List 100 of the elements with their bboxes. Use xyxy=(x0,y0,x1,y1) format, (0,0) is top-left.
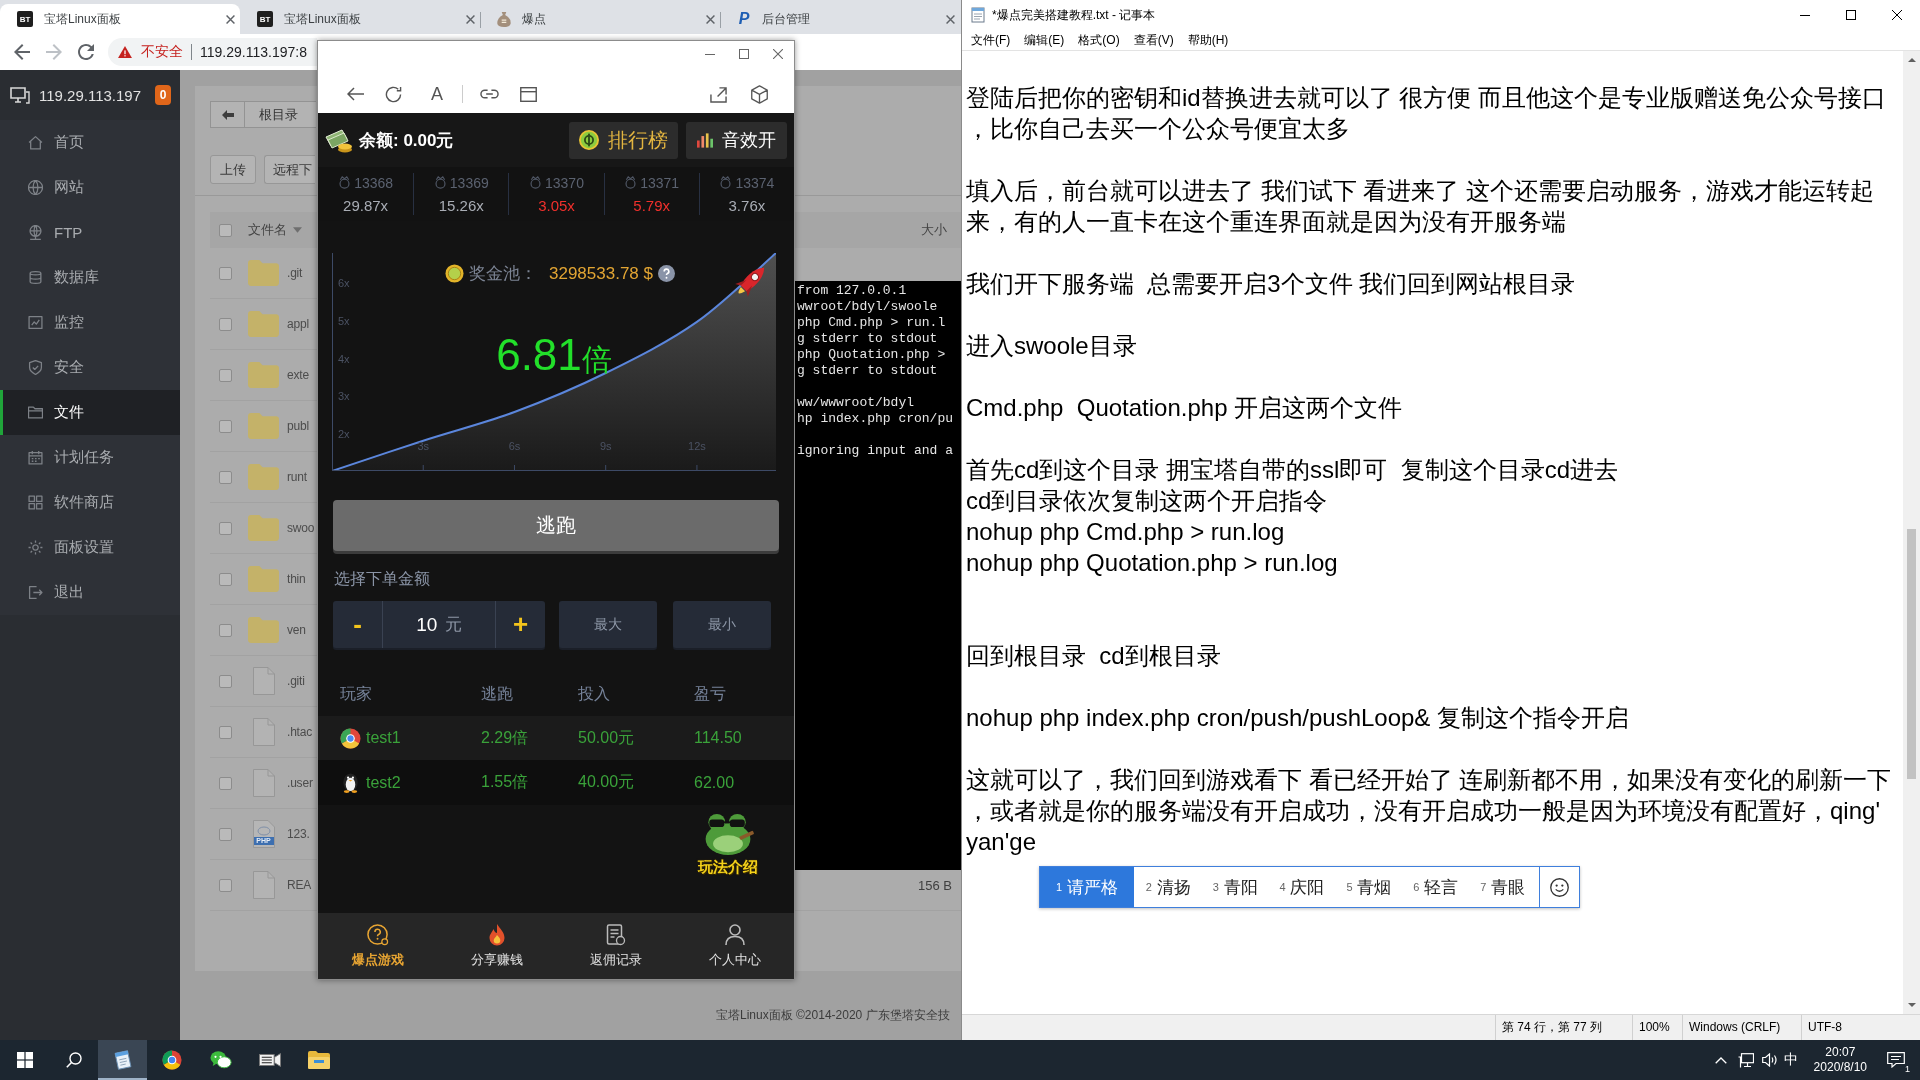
row-checkbox[interactable] xyxy=(219,572,232,586)
escape-button[interactable]: 逃跑 xyxy=(333,500,779,551)
reload-icon[interactable] xyxy=(78,44,94,60)
browser-tab[interactable]: 爆点 xyxy=(480,4,720,34)
min-button[interactable]: 最小 xyxy=(673,601,771,648)
sidebar-item[interactable]: 数据库 xyxy=(0,255,180,300)
row-checkbox[interactable] xyxy=(219,878,232,892)
row-checkbox[interactable] xyxy=(219,470,232,484)
close-icon[interactable] xyxy=(226,14,235,24)
menu-item[interactable]: 文件(F) xyxy=(964,30,1018,50)
file-name[interactable]: ven xyxy=(287,623,306,637)
file-name[interactable]: thin xyxy=(287,572,306,586)
sidebar-item[interactable]: 软件商店 xyxy=(0,480,180,525)
file-name[interactable]: .htac xyxy=(287,725,313,739)
scrollbar[interactable] xyxy=(1903,51,1920,1014)
browser-tab[interactable]: BT 宝塔Linux面板 xyxy=(0,4,240,34)
row-checkbox[interactable] xyxy=(219,419,232,433)
max-button[interactable]: 最大 xyxy=(559,601,657,648)
nav-tab[interactable]: 分享赚钱 xyxy=(437,913,556,979)
row-checkbox[interactable] xyxy=(219,266,232,280)
file-name[interactable]: .user xyxy=(287,776,313,790)
nav-tab[interactable]: 爆点游戏 xyxy=(318,913,437,979)
menu-item[interactable]: 格式(O) xyxy=(1071,30,1127,50)
notification-icon[interactable] xyxy=(1887,1052,1905,1068)
amount-field[interactable]: 10 元 xyxy=(382,601,496,648)
sound-button[interactable]: 音效开 xyxy=(686,121,787,159)
link-icon[interactable] xyxy=(480,88,499,100)
toolbar-button[interactable]: 远程下 xyxy=(264,155,315,184)
menu-item[interactable]: 帮助(H) xyxy=(1180,30,1236,50)
row-checkbox[interactable] xyxy=(219,623,232,637)
close-icon[interactable] xyxy=(946,14,955,24)
maximize-icon[interactable] xyxy=(739,49,749,59)
taskbar-button[interactable] xyxy=(98,1040,147,1080)
row-checkbox[interactable] xyxy=(219,827,232,841)
row-checkbox[interactable] xyxy=(219,317,232,331)
ime-candidate[interactable]: 2 清扬 xyxy=(1133,867,1201,907)
back-icon[interactable] xyxy=(347,87,365,101)
back-icon[interactable] xyxy=(14,44,30,60)
ime-candidate[interactable]: 6 轻言 xyxy=(1401,867,1469,907)
sidebar-item[interactable]: 面板设置 xyxy=(0,525,180,570)
caret-up-icon[interactable] xyxy=(1907,58,1916,62)
browser-tab[interactable]: BT 宝塔Linux面板 xyxy=(240,4,480,34)
clock-date[interactable]: 2020/8/10 xyxy=(1813,1060,1867,1075)
row-checkbox[interactable] xyxy=(219,725,232,739)
sidebar-item[interactable]: FTP xyxy=(0,210,180,255)
file-name[interactable]: .git xyxy=(287,266,303,280)
menu-item[interactable]: 编辑(E) xyxy=(1017,30,1072,50)
ime-candidate[interactable]: 4 庆阳 xyxy=(1267,867,1335,907)
speaker-icon[interactable] xyxy=(1761,1053,1778,1067)
alert-count-badge[interactable]: 0 xyxy=(155,85,171,105)
sidebar-item[interactable]: 计划任务 xyxy=(0,435,180,480)
font-button[interactable]: A xyxy=(431,85,443,103)
file-name[interactable]: publ xyxy=(287,419,309,433)
file-name[interactable]: REA xyxy=(287,878,312,892)
window-icon[interactable] xyxy=(520,86,537,102)
network-icon[interactable] xyxy=(1737,1052,1754,1068)
smiley-icon[interactable] xyxy=(1550,877,1569,897)
close-icon[interactable] xyxy=(466,14,475,24)
how-to-play-button[interactable]: 玩法介绍 xyxy=(692,811,764,892)
nav-tab[interactable]: 个人中心 xyxy=(675,913,794,979)
sidebar-item[interactable]: 网站 xyxy=(0,165,180,210)
file-name[interactable]: exte xyxy=(287,368,309,382)
row-checkbox[interactable] xyxy=(219,521,232,535)
row-checkbox[interactable] xyxy=(219,776,232,790)
sidebar-item[interactable]: 监控 xyxy=(0,300,180,345)
select-all-checkbox[interactable] xyxy=(219,223,232,237)
file-name[interactable]: 123. xyxy=(287,827,310,841)
browser-tab[interactable]: P 后台管理 xyxy=(720,4,960,34)
sidebar-item[interactable]: 文件 xyxy=(0,390,180,435)
ime-candidate[interactable]: 5 青烟 xyxy=(1334,867,1402,907)
file-name[interactable]: appl xyxy=(287,317,309,331)
increase-button[interactable]: + xyxy=(496,601,545,648)
file-name[interactable]: swoo xyxy=(287,521,315,535)
file-name[interactable]: runt xyxy=(287,470,307,484)
column-header[interactable]: 文件名 xyxy=(248,221,287,239)
caret-down-icon[interactable] xyxy=(1907,1003,1916,1007)
decrease-button[interactable]: - xyxy=(333,601,382,648)
ime-candidate[interactable]: 7 青眼 xyxy=(1468,867,1535,907)
close-icon[interactable] xyxy=(773,49,783,59)
ime-candidate[interactable]: 3 青阳 xyxy=(1200,867,1268,907)
menu-item[interactable]: 查看(V) xyxy=(1126,30,1181,50)
chevron-up-icon[interactable] xyxy=(1714,1056,1727,1064)
scrollbar-thumb[interactable] xyxy=(1907,529,1916,779)
clock-time[interactable]: 20:07 xyxy=(1825,1045,1856,1060)
ime-candidate[interactable]: 1 请严格 xyxy=(1040,867,1134,907)
row-checkbox[interactable] xyxy=(219,368,232,382)
address-bar[interactable]: 不安全 119.29.113.197:8 xyxy=(108,38,317,66)
cube-icon[interactable] xyxy=(751,84,768,104)
nav-tab[interactable]: 返佣记录 xyxy=(556,913,675,979)
input-method-indicator[interactable]: 中 xyxy=(1783,1051,1798,1069)
sidebar-item[interactable]: 安全 xyxy=(0,345,180,390)
sidebar-item[interactable]: 首页 xyxy=(0,120,180,165)
breadcrumb-item[interactable]: 根目录 xyxy=(245,102,298,127)
row-checkbox[interactable] xyxy=(219,674,232,688)
file-name[interactable]: .giti xyxy=(287,674,305,688)
column-header[interactable]: 大小 xyxy=(921,221,947,239)
help-icon[interactable] xyxy=(658,265,675,282)
toolbar-button[interactable]: 上传 xyxy=(210,155,256,184)
refresh-icon[interactable] xyxy=(385,85,402,103)
ranking-button[interactable]: 排行榜 xyxy=(569,121,678,159)
